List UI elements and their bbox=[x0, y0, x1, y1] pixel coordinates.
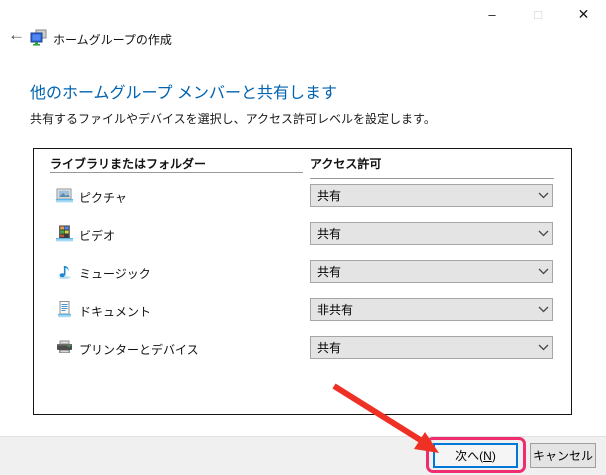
homegroup-icon bbox=[30, 29, 47, 51]
row-label: ドキュメント bbox=[79, 305, 152, 319]
combobox-value: 共有 bbox=[317, 341, 342, 355]
next-button-label-suffix: ) bbox=[491, 448, 496, 463]
close-button[interactable]: ✕ bbox=[561, 0, 606, 28]
homegroup-wizard-window: { "window": { "title": "ホームグループの作成" }, "… bbox=[0, 0, 606, 475]
window-title: ホームグループの作成 bbox=[53, 33, 172, 47]
table-row-pictures: ピクチャ 共有 bbox=[34, 184, 571, 208]
combobox-value: 非共有 bbox=[317, 303, 354, 317]
music-icon bbox=[56, 263, 73, 280]
printers-icon bbox=[56, 339, 73, 356]
next-button-accesskey: N bbox=[483, 448, 492, 463]
permission-combobox-pictures[interactable]: 共有 bbox=[310, 184, 553, 207]
column-header-library: ライブラリまたはフォルダー bbox=[50, 157, 207, 171]
table-row-printers: プリンターとデバイス 共有 bbox=[34, 336, 571, 360]
next-button-label: 次へ( bbox=[455, 449, 484, 463]
page-heading: 他のホームグループ メンバーと共有します bbox=[30, 85, 338, 102]
column-rule bbox=[310, 178, 554, 179]
cancel-button[interactable]: キャンセル bbox=[530, 443, 596, 468]
chevron-down-icon bbox=[534, 268, 552, 275]
permission-combobox-printers[interactable]: 共有 bbox=[310, 336, 553, 359]
chevron-down-icon bbox=[534, 230, 552, 237]
column-header-permission: アクセス許可 bbox=[310, 157, 382, 171]
maximize-button: □ bbox=[515, 0, 561, 28]
pictures-icon bbox=[56, 187, 73, 204]
column-rule bbox=[50, 172, 303, 173]
table-row-documents: ドキュメント 非共有 bbox=[34, 298, 571, 322]
row-label: プリンターとデバイス bbox=[79, 343, 199, 357]
permission-combobox-music[interactable]: 共有 bbox=[310, 260, 553, 283]
combobox-value: 共有 bbox=[317, 265, 342, 279]
next-button[interactable]: 次へ(N) bbox=[433, 443, 518, 468]
chevron-down-icon bbox=[534, 192, 552, 199]
sharing-table: ライブラリまたはフォルダー アクセス許可 ピクチャ 共有 ビデオ 共有 ミュージ… bbox=[33, 148, 572, 415]
combobox-value: 共有 bbox=[317, 189, 342, 203]
page-subtitle: 共有するファイルやデバイスを選択し、アクセス許可レベルを設定します。 bbox=[30, 112, 436, 126]
table-row-music: ミュージック 共有 bbox=[34, 260, 571, 284]
combobox-value: 共有 bbox=[317, 227, 342, 241]
row-label: ピクチャ bbox=[79, 191, 127, 205]
permission-combobox-documents[interactable]: 非共有 bbox=[310, 298, 553, 321]
table-row-videos: ビデオ 共有 bbox=[34, 222, 571, 246]
row-label: ビデオ bbox=[79, 229, 116, 243]
row-label: ミュージック bbox=[79, 267, 151, 281]
chevron-down-icon bbox=[534, 306, 552, 313]
back-arrow-icon[interactable]: ← bbox=[8, 26, 25, 43]
permission-combobox-videos[interactable]: 共有 bbox=[310, 222, 553, 245]
videos-icon bbox=[56, 225, 73, 242]
chevron-down-icon bbox=[534, 344, 552, 351]
documents-icon bbox=[56, 301, 73, 318]
minimize-button[interactable]: – bbox=[469, 0, 515, 28]
